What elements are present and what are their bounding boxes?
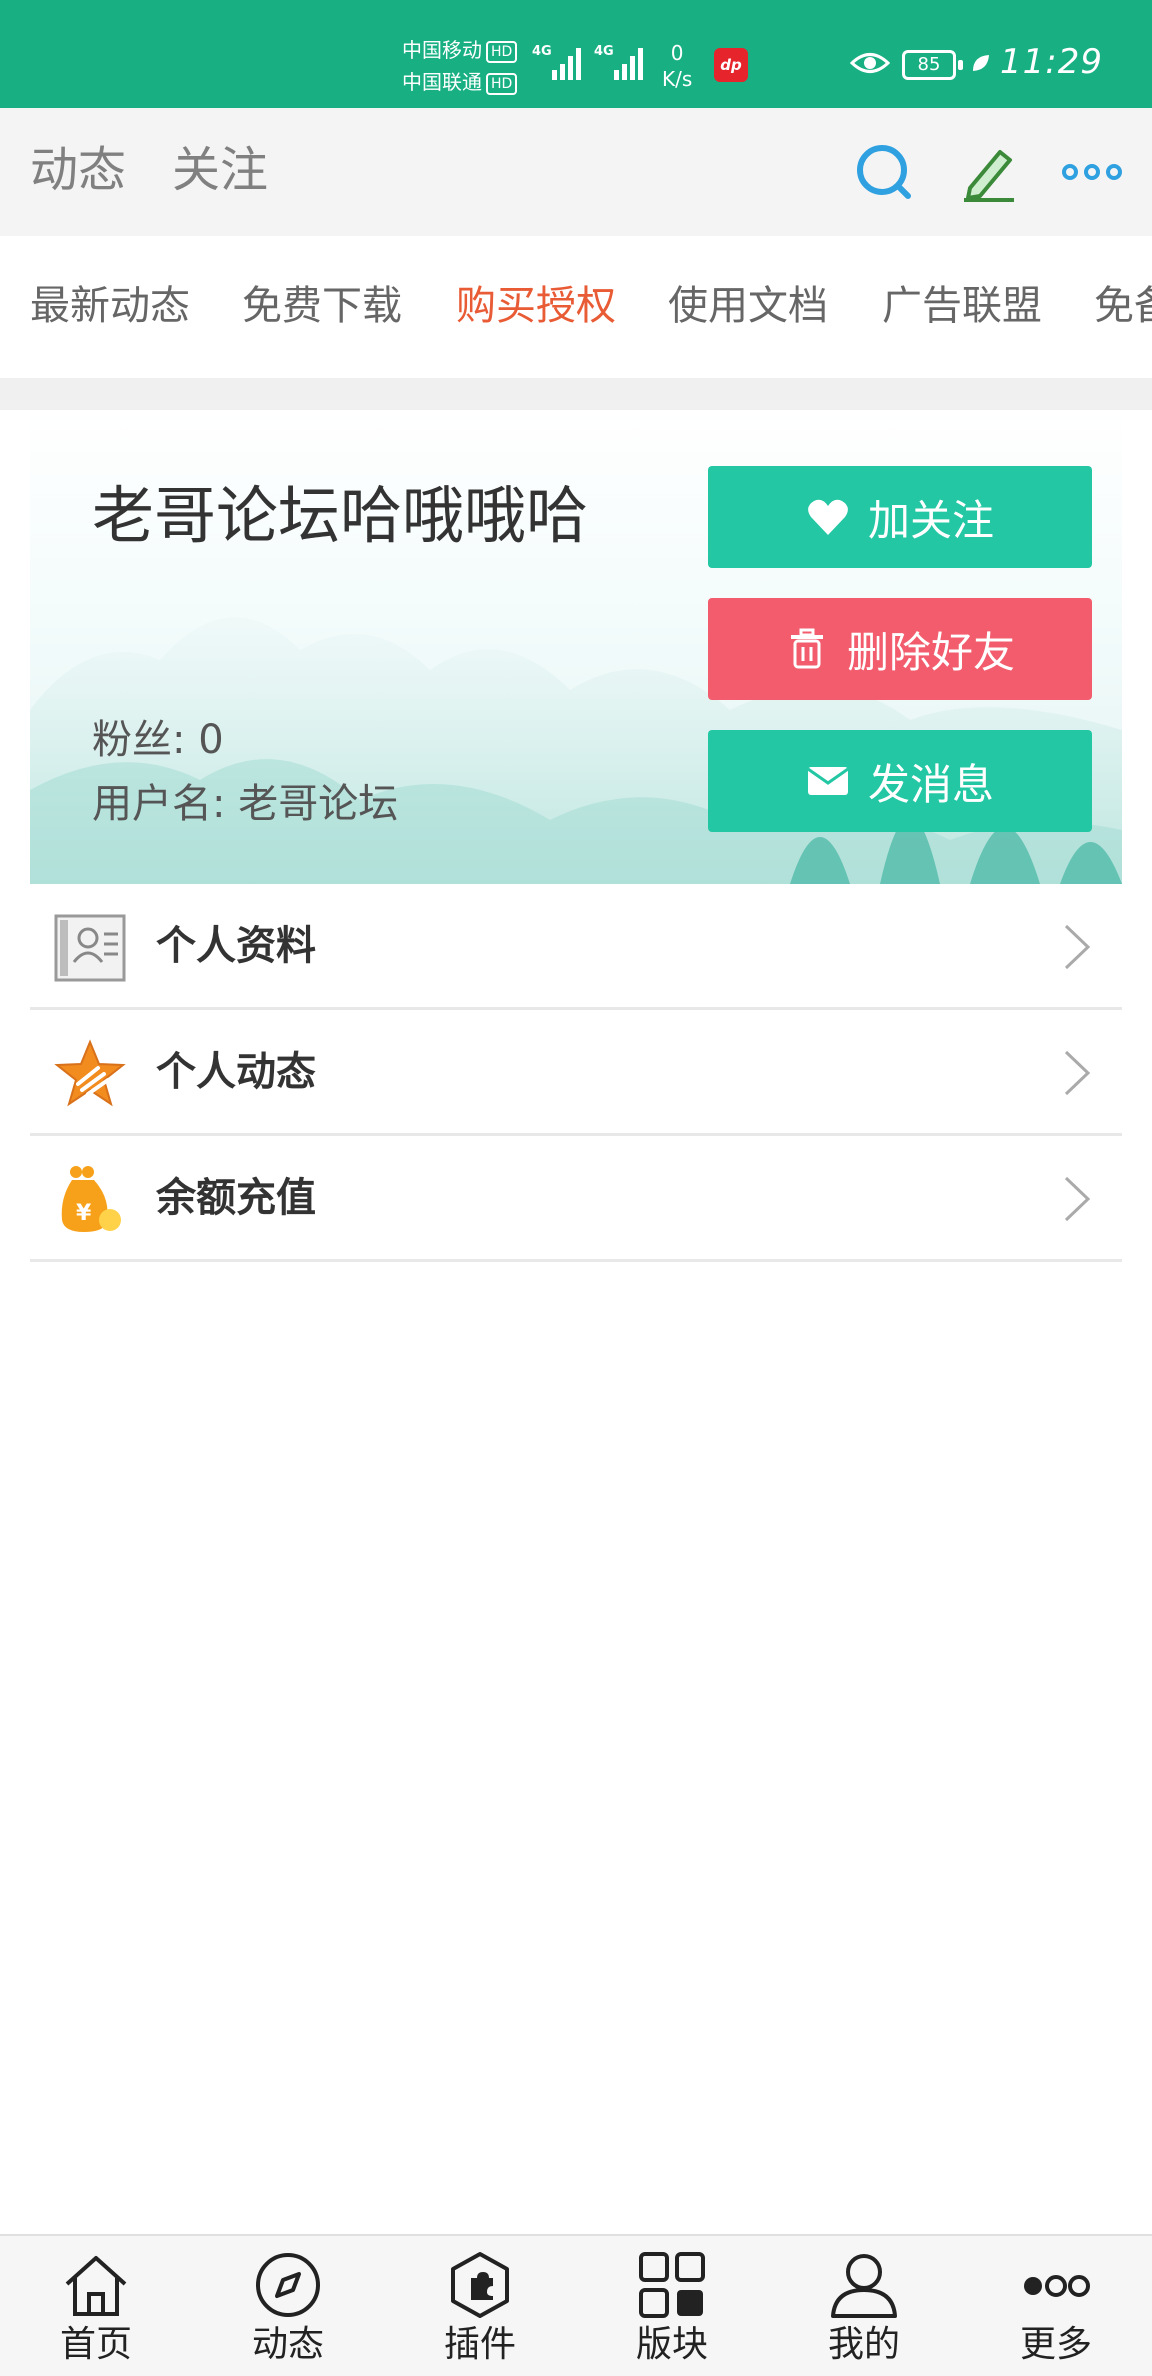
menu-label-profile-info: 个人资料 [156,923,316,969]
tab-label-home: 首页 [59,2324,132,2365]
cat-docs[interactable]: 使用文档 [668,280,828,332]
menu-item-personal-activity[interactable]: 个人动态 [30,1010,1122,1136]
follow-label: 加关注 [867,495,994,545]
tab-label-mine: 我的 [827,2324,900,2365]
tab-home[interactable]: 首页 [0,2236,192,2376]
signal-icon-1 [552,44,582,80]
hd-badge-1: HD [486,40,518,63]
more-dots-icon[interactable] [1060,140,1124,204]
cat-more[interactable]: 免备 [1094,280,1152,332]
envelope-icon [807,767,849,795]
carrier-1: 中国移动 [402,38,482,62]
edit-icon[interactable] [956,140,1020,204]
hd-badge-2: HD [486,72,518,95]
send-message-button[interactable]: 发消息 [708,730,1092,832]
heart-icon [808,499,848,535]
menu-label-balance-recharge: 余额充值 [156,1175,316,1221]
fans-count: 粉丝: 0 [92,717,224,763]
category-nav: 最新动态 免费下载 购买授权 使用文档 广告联盟 免备 [0,236,1152,378]
network-type-2: 4G [594,44,614,59]
svg-text:¥: ¥ [76,1201,92,1226]
chevron-right-icon [1064,1050,1091,1096]
menu-item-profile-info[interactable]: 个人资料 [30,884,1122,1010]
follow-button[interactable]: 加关注 [708,466,1092,568]
signal-icon-2 [614,44,644,80]
tab-following[interactable]: 关注 [172,140,268,200]
tab-dynamics[interactable]: 动态 [30,140,126,200]
tab-label-dynamics: 动态 [251,2324,324,2365]
network-type-1: 4G [532,44,552,59]
profile-card: 老哥论坛哈哦哦哈 粉丝: 0 用户名: 老哥论坛 加关注 删除好友 发消息 [30,410,1122,884]
tab-dynamics-bottom[interactable]: 动态 [192,2236,384,2376]
username: 用户名: 老哥论坛 [92,781,399,827]
delete-friend-label: 删除好友 [846,627,1015,677]
tab-label-boards: 版块 [635,2324,708,2365]
leaf-icon [973,55,989,71]
carrier-2: 中国联通 [402,70,482,94]
carrier-info: 中国移动 HD 中国联通 HD [402,34,518,98]
status-bar: 中国移动 HD 中国联通 HD 4G 4G 0 K/s dp 85 11:29 [0,0,1152,108]
cat-free-download[interactable]: 免费下载 [242,280,402,332]
cat-ad-alliance[interactable]: 广告联盟 [882,280,1042,332]
menu-label-personal-activity: 个人动态 [156,1049,316,1095]
chevron-right-icon [1064,924,1091,970]
battery-icon: 85 [902,50,963,80]
clock: 11:29 [1000,42,1103,82]
tab-boards[interactable]: 版块 [576,2236,768,2376]
top-header: 动态 关注 [0,108,1152,236]
cat-latest[interactable]: 最新动态 [30,280,190,332]
star-icon [54,1039,126,1107]
plugin-icon [451,2252,509,2318]
eye-comfort-icon [850,53,890,73]
compass-icon [256,2253,320,2317]
profile-card-icon [54,914,126,982]
menu-item-balance-recharge[interactable]: ¥ 余额充值 [30,1136,1122,1262]
network-speed: 0 K/s [662,41,693,91]
send-message-label: 发消息 [867,759,994,809]
tab-plugins[interactable]: 插件 [384,2236,576,2376]
bottom-tab-bar: 首页 动态 插件 版块 我的 更多 [0,2234,1152,2376]
section-divider [0,378,1152,410]
app-notification-icon: dp [714,48,748,82]
money-bag-icon: ¥ [61,1166,121,1232]
cat-buy-license[interactable]: 购买授权 [456,280,616,332]
profile-name: 老哥论坛哈哦哦哈 [92,479,589,552]
tab-label-more: 更多 [1019,2324,1092,2365]
delete-friend-button[interactable]: 删除好友 [708,598,1092,700]
search-icon[interactable] [852,140,916,204]
user-icon [831,2254,897,2318]
grid-icon [639,2252,705,2318]
profile-menu: 个人资料 个人动态 ¥ 余额充值 [30,884,1122,1262]
tab-mine[interactable]: 我的 [768,2236,960,2376]
more-icon [1024,2275,1090,2297]
tab-more[interactable]: 更多 [960,2236,1152,2376]
tab-label-plugins: 插件 [443,2324,516,2365]
chevron-right-icon [1064,1176,1091,1222]
trash-icon [790,628,823,669]
home-icon [65,2256,127,2316]
